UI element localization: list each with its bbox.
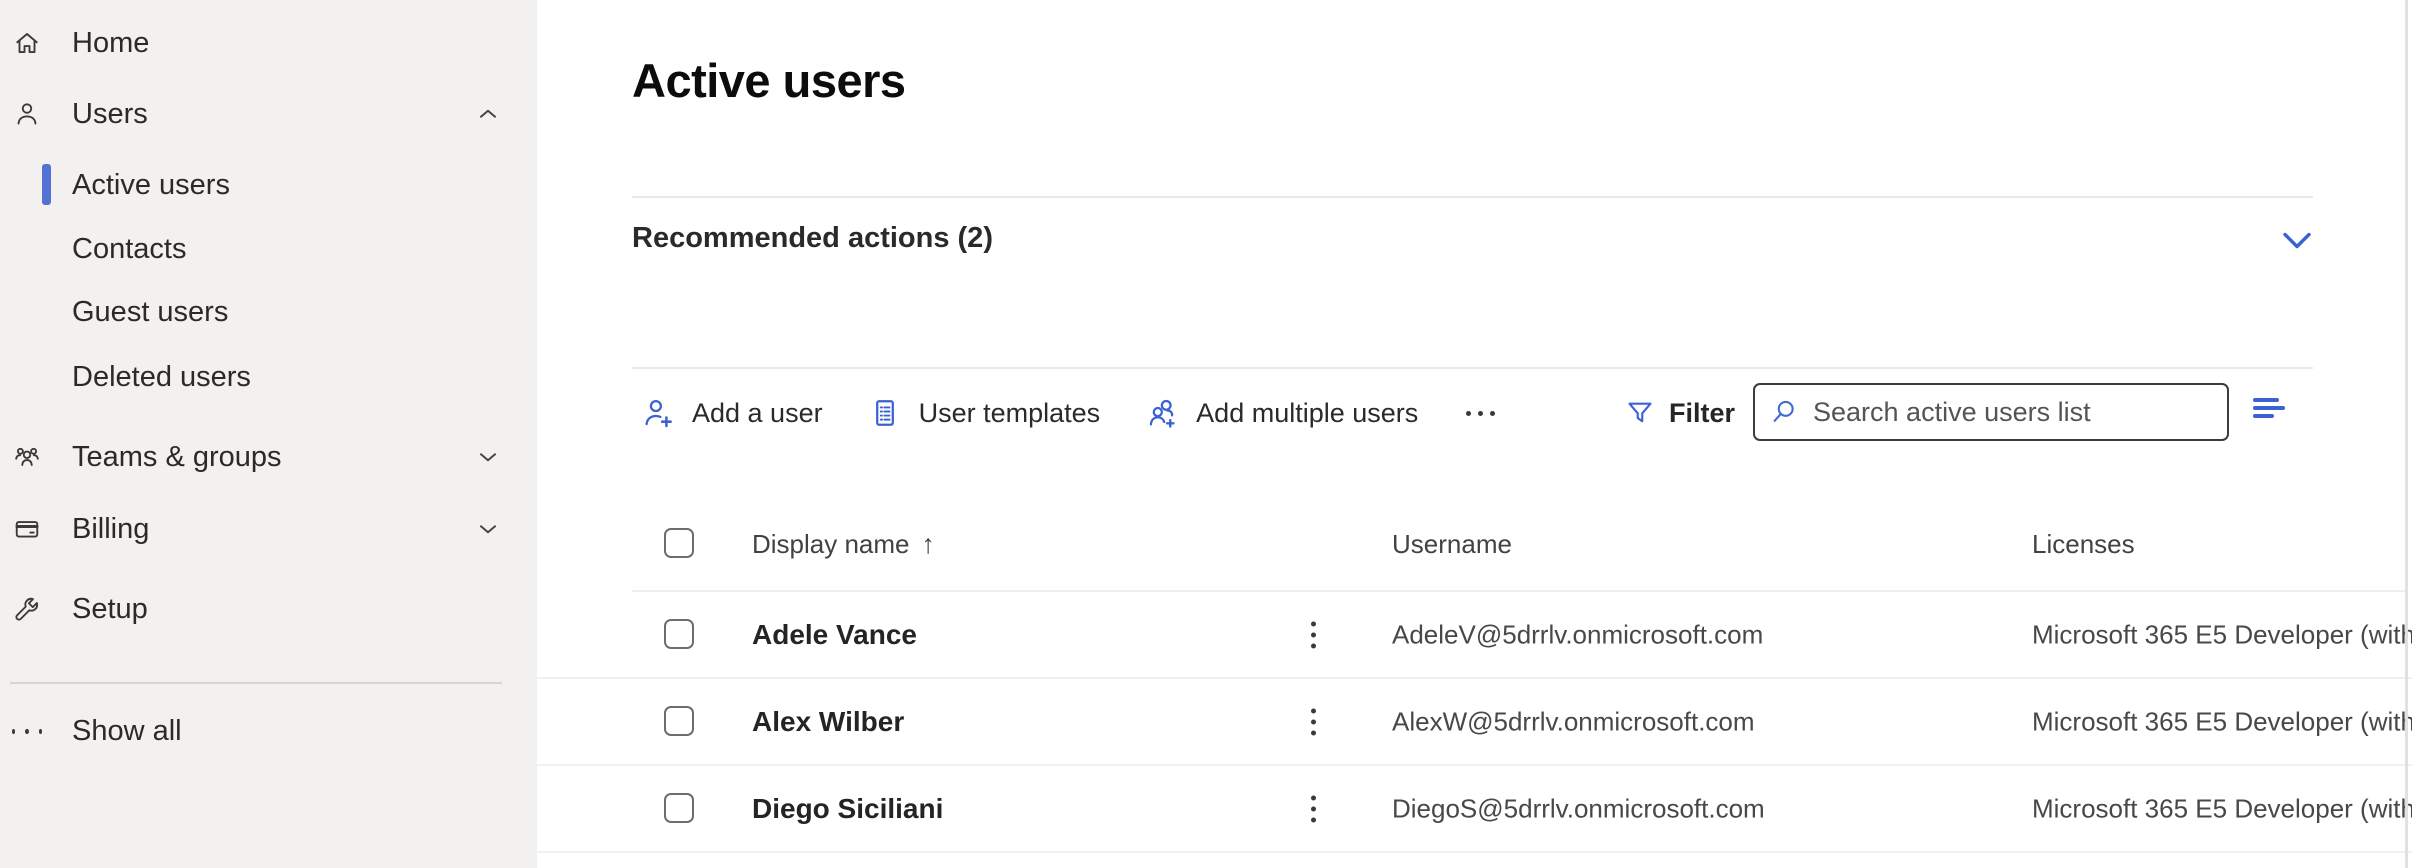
sidebar-item-users[interactable]: Users [0,83,537,145]
sidebar-item-label: Active users [72,169,230,202]
add-multiple-users-button[interactable]: Add multiple users [1144,395,1418,431]
sidebar-item-label: Billing [72,513,149,546]
licenses-cell: Microsoft 365 E5 Developer (withou [2032,706,2412,737]
sidebar-item-guest-users[interactable]: Guest users [0,281,537,343]
display-name-cell[interactable]: Diego Siciliani [752,793,943,825]
filter-button[interactable]: Filter [1623,381,1735,445]
chevron-down-icon[interactable] [475,444,501,470]
sidebar-item-label: Deleted users [72,361,251,394]
table-row[interactable]: Diego Siciliani DiegoS@5drrlv.onmicrosof… [537,766,2412,853]
vertical-ellipsis-icon [1311,621,1316,626]
display-name-cell[interactable]: Adele Vance [752,619,917,651]
sidebar-item-label: Show all [72,715,182,748]
sidebar-item-label: Home [72,27,149,60]
table-row[interactable]: Alex Wilber AlexW@5drrlv.onmicrosoft.com… [537,679,2412,766]
search-box[interactable] [1753,383,2229,441]
sidebar-item-show-all[interactable]: Show all [0,700,537,762]
scrollbar-track[interactable] [2405,0,2408,868]
sidebar-item-label: Contacts [72,233,186,266]
select-all-checkbox[interactable] [664,528,694,558]
chevron-down-icon[interactable] [475,516,501,542]
horizontal-ellipsis-icon [1466,411,1471,416]
vertical-ellipsis-icon [1311,795,1316,800]
user-table-rows: Adele Vance AdeleV@5drrlv.onmicrosoft.co… [537,592,2412,853]
display-name-cell[interactable]: Alex Wilber [752,706,904,738]
home-icon [12,28,42,58]
add-multiple-users-label: Add multiple users [1196,398,1418,429]
username-cell: DiegoS@5drrlv.onmicrosoft.com [1392,793,1765,824]
sidebar-item-contacts[interactable]: Contacts [0,218,537,280]
search-input[interactable] [1811,396,2215,429]
sidebar-item-home[interactable]: Home [0,12,537,74]
person-icon [12,99,42,129]
page-title: Active users [632,53,906,108]
sidebar-item-label: Guest users [72,296,228,329]
sidebar-item-label: Setup [72,593,148,626]
recommended-actions-title: Recommended actions (2) [632,222,993,255]
row-actions-button[interactable] [1303,704,1324,739]
selected-indicator [42,164,51,205]
user-templates-label: User templates [919,398,1101,429]
more-actions-button[interactable] [1462,405,1499,422]
column-header-username[interactable]: Username [1392,529,1512,560]
divider [632,196,2313,198]
sidebar-item-setup[interactable]: Setup [0,578,537,640]
add-a-user-button[interactable]: Add a user [640,395,823,431]
sidebar-item-billing[interactable]: Billing [0,498,537,560]
chevron-down-icon[interactable] [2279,226,2315,256]
vertical-ellipsis-icon [1311,708,1316,713]
sidebar: Home Users Active users Contacts Guest u… [0,0,537,868]
sidebar-item-label: Teams & groups [72,441,282,474]
column-header-display-name[interactable]: Display name↑ [752,529,935,560]
licenses-cell: Microsoft 365 E5 Developer (withou [2032,619,2412,650]
licenses-cell: Microsoft 365 E5 Developer (withou [2032,793,2412,824]
sidebar-item-teams-groups[interactable]: Teams & groups [0,426,537,488]
people-add-icon [1144,395,1180,431]
divider [632,367,2313,369]
sort-lines-icon[interactable] [2253,398,2289,422]
chevron-up-icon[interactable] [475,101,501,127]
sidebar-item-label: Users [72,98,148,131]
username-cell: AdeleV@5drrlv.onmicrosoft.com [1392,619,1763,650]
people-group-icon [12,442,42,472]
sidebar-item-active-users[interactable]: Active users [0,154,537,216]
toolbar: Add a user User templates Add multiple u… [640,381,1499,445]
row-checkbox[interactable] [664,619,694,649]
main-content: Active users Recommended actions (2) Add… [537,0,2412,868]
user-templates-button[interactable]: User templates [867,395,1101,431]
table-row[interactable]: Adele Vance AdeleV@5drrlv.onmicrosoft.co… [537,592,2412,679]
credit-card-icon [12,514,42,544]
username-cell: AlexW@5drrlv.onmicrosoft.com [1392,706,1755,737]
funnel-icon [1623,396,1657,430]
sort-ascending-arrow-icon: ↑ [922,529,936,559]
row-actions-button[interactable] [1303,791,1324,826]
row-actions-button[interactable] [1303,617,1324,652]
bulleted-list-card-icon [867,395,903,431]
row-checkbox[interactable] [664,706,694,736]
filter-label: Filter [1669,398,1735,429]
row-checkbox[interactable] [664,793,694,823]
sidebar-divider [10,682,502,684]
column-header-licenses[interactable]: Licenses [2032,529,2135,560]
add-a-user-label: Add a user [692,398,823,429]
person-add-icon [640,395,676,431]
search-icon [1767,395,1801,429]
horizontal-ellipsis-icon [12,729,42,734]
sidebar-item-deleted-users[interactable]: Deleted users [0,346,537,408]
wrench-icon [12,594,42,624]
